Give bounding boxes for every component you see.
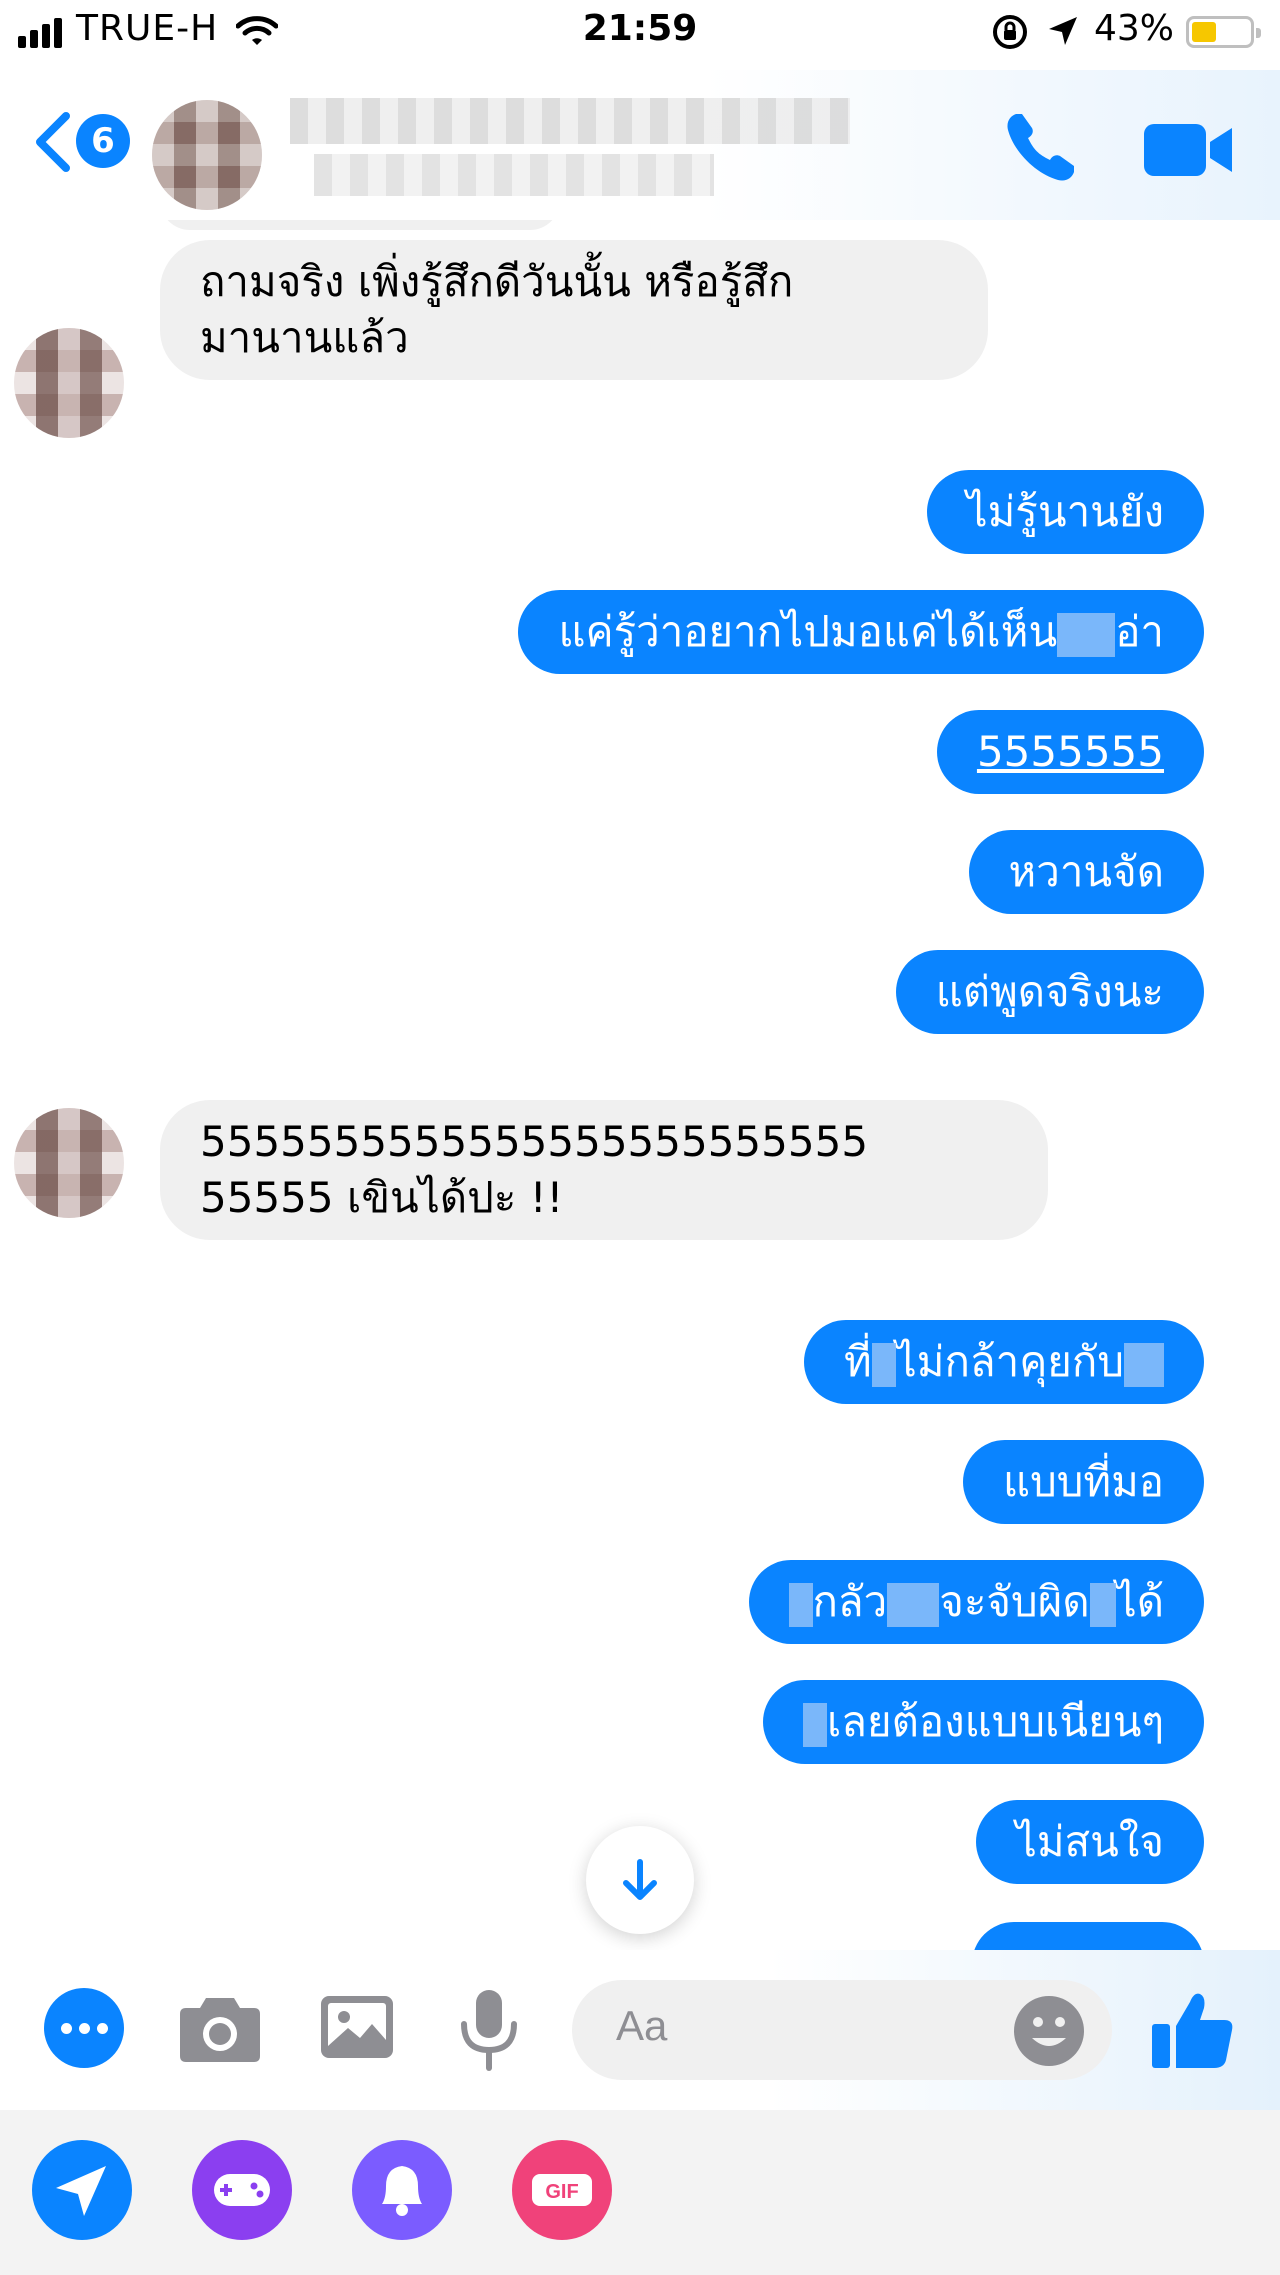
outgoing-message[interactable]: แค่รู้ว่าอยากไปมอแค่ได้เห็น อ่า [518, 590, 1204, 674]
message-text: ที่ [843, 1337, 872, 1386]
games-button[interactable] [192, 2140, 292, 2240]
voice-call-button[interactable] [1000, 108, 1080, 188]
voice-message-button[interactable] [456, 1988, 522, 2076]
message-line: มานานแล้ว [200, 313, 409, 362]
redacted-text [871, 1342, 896, 1387]
redacted-text [788, 1582, 813, 1627]
image-icon [321, 1996, 393, 2058]
emoji-icon[interactable] [1012, 1994, 1086, 2068]
contact-name-redacted[interactable] [290, 92, 860, 204]
message-text: จะจับผิด [939, 1577, 1090, 1626]
outgoing-message[interactable]: กลัว จะจับผิด ได้ [748, 1560, 1204, 1644]
message-text: กลัว [812, 1577, 888, 1626]
message-text: แบบที่มอ [1003, 1457, 1164, 1506]
microphone-icon [461, 1990, 517, 2071]
like-button[interactable] [1148, 1988, 1236, 2076]
outgoing-message[interactable]: แต่พูดจริงนะ [895, 950, 1204, 1034]
conversation-header: 6 [0, 70, 1280, 220]
outgoing-message[interactable]: ที่ ไม่กล้าคุยกับ [803, 1320, 1204, 1404]
contact-avatar[interactable] [152, 100, 262, 210]
outgoing-message[interactable]: หวานจัด [968, 830, 1204, 914]
sender-avatar[interactable] [14, 328, 124, 438]
outgoing-message[interactable]: 5555555 [936, 710, 1204, 794]
message-input[interactable]: Aa [572, 1980, 1112, 2080]
message-line: 55555 เขินได้ปะ !! [200, 1173, 564, 1222]
camera-icon [180, 1998, 260, 2062]
sender-avatar[interactable] [14, 1108, 124, 1218]
video-camera-icon [1144, 124, 1232, 176]
location-share-button[interactable] [32, 2140, 132, 2240]
outgoing-message-partial[interactable] [972, 1922, 1204, 1950]
composer-bar: Aa [0, 1950, 1280, 2110]
message-text: อ่า [1115, 607, 1164, 656]
message-line: 5555555555555555555555555 [200, 1117, 869, 1166]
message-text: เลยต้องแบบเนียนๆ [826, 1697, 1164, 1746]
camera-button[interactable] [178, 1988, 262, 2072]
clock: 21:59 [582, 8, 698, 49]
send-icon [32, 2140, 132, 2240]
message-text: แต่พูดจริงนะ [935, 967, 1164, 1016]
battery-icon [1186, 16, 1261, 48]
orientation-lock-icon [990, 12, 1030, 56]
redacted-text [802, 1702, 827, 1747]
back-button[interactable]: 6 [26, 106, 136, 176]
outgoing-message[interactable]: แบบที่มอ [963, 1440, 1204, 1524]
battery-percent: 43% [1094, 8, 1175, 49]
outgoing-message[interactable]: เลยต้องแบบเนียนๆ [762, 1680, 1204, 1764]
previous-message-bubble [160, 220, 560, 230]
message-list[interactable]: ถามจริง เพิ่งรู้สึกดีวันนั้น หรือรู้สึก … [0, 220, 1280, 1950]
notifications-button[interactable] [352, 2140, 452, 2240]
message-link[interactable]: 5555555 [977, 727, 1164, 776]
message-line: ถามจริง เพิ่งรู้สึกดีวันนั้น หรือรู้สึก [200, 257, 794, 306]
incoming-message[interactable]: 5555555555555555555555555 55555 เขินได้ป… [160, 1100, 1048, 1240]
message-input-placeholder: Aa [616, 2002, 668, 2049]
redacted-text [1057, 612, 1116, 657]
battery-fill [1192, 22, 1216, 42]
message-text: ไม่กล้าคุยกับ [895, 1337, 1124, 1386]
incoming-message[interactable]: ถามจริง เพิ่งรู้สึกดีวันนั้น หรือรู้สึก … [160, 240, 988, 380]
phone-icon [1007, 114, 1074, 181]
redacted-text [1089, 1582, 1116, 1627]
message-text: ไม่รู้นานยัง [966, 487, 1165, 536]
extensions-tray: GIF [0, 2110, 1280, 2275]
video-call-button[interactable] [1140, 110, 1240, 190]
scroll-to-bottom-button[interactable] [586, 1826, 694, 1934]
message-text: แค่รู้ว่าอยากไปมอแค่ได้เห็น [558, 607, 1058, 656]
outgoing-message[interactable]: ไม่สนใจ [975, 1800, 1204, 1884]
message-text: ไม่สนใจ [1015, 1817, 1164, 1866]
unread-badge: 6 [76, 114, 130, 168]
status-bar: TRUE-H 21:59 43% [0, 0, 1280, 70]
back-chevron-icon [36, 112, 70, 172]
message-text: ได้ [1115, 1577, 1164, 1626]
gif-label: GIF [545, 2181, 578, 2203]
redacted-text [1124, 1342, 1164, 1387]
game-controller-icon [192, 2140, 292, 2240]
outgoing-message[interactable]: ไม่รู้นานยัง [926, 470, 1204, 554]
more-button[interactable] [44, 1988, 124, 2068]
thumbs-up-icon [1152, 1993, 1233, 2068]
bell-icon [352, 2140, 452, 2240]
message-text: หวานจัด [1008, 847, 1164, 896]
gif-icon: GIF [512, 2140, 612, 2240]
gif-button[interactable]: GIF [512, 2140, 612, 2240]
redacted-text [887, 1582, 940, 1627]
arrow-down-icon [623, 1859, 657, 1900]
location-icon [1046, 14, 1080, 52]
photo-button[interactable] [318, 1988, 396, 2070]
